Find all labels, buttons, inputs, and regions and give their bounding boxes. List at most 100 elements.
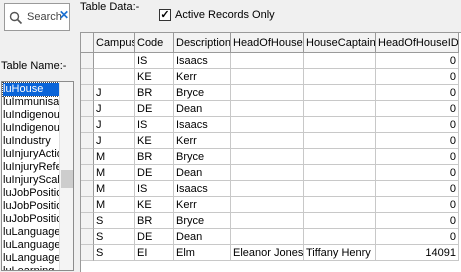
row-selector[interactable] [81, 197, 94, 213]
table-cell[interactable]: BR [135, 149, 174, 165]
table-cell[interactable] [231, 53, 304, 69]
row-selector[interactable] [81, 53, 94, 69]
column-header[interactable]: Description [174, 33, 231, 53]
table-cell[interactable] [304, 85, 376, 101]
search-input[interactable]: Search [27, 11, 62, 23]
table-cell[interactable] [231, 165, 304, 181]
row-selector[interactable] [81, 85, 94, 101]
data-grid[interactable]: Campus Code Description HeadOfHouse HouseCap… [80, 32, 461, 272]
table-cell[interactable]: Bryce [174, 149, 231, 165]
column-header[interactable]: Campus [94, 33, 135, 53]
table-cell[interactable] [231, 69, 304, 85]
table-cell[interactable]: Bryce [174, 85, 231, 101]
table-cell[interactable]: Tiffany Henry [304, 245, 376, 261]
table-cell[interactable]: M [94, 181, 135, 197]
row-selector[interactable] [81, 117, 94, 133]
scrollbar-thumb[interactable] [61, 170, 73, 188]
row-selector[interactable] [81, 213, 94, 229]
table-cell[interactable] [304, 165, 376, 181]
table-cell[interactable]: S [94, 229, 135, 245]
table-cell[interactable] [304, 69, 376, 85]
table-cell[interactable]: 0 [376, 197, 459, 213]
table-cell[interactable] [94, 53, 135, 69]
table-cell[interactable]: J [94, 133, 135, 149]
table-list-item[interactable]: luInjuryAction [3, 148, 59, 161]
table-cell[interactable] [231, 229, 304, 245]
table-cell[interactable]: 0 [376, 117, 459, 133]
table-list-item[interactable]: luIndigenous [3, 122, 59, 135]
table-cell[interactable]: 0 [376, 229, 459, 245]
table-cell[interactable]: 0 [376, 213, 459, 229]
table-cell[interactable] [231, 149, 304, 165]
table-cell[interactable]: 0 [376, 181, 459, 197]
table-cell[interactable]: 0 [376, 53, 459, 69]
table-cell[interactable]: M [94, 197, 135, 213]
table-cell[interactable]: 0 [376, 85, 459, 101]
table-cell[interactable]: BR [135, 85, 174, 101]
table-cell[interactable]: 0 [376, 69, 459, 85]
table-cell[interactable]: KE [135, 197, 174, 213]
active-records-checkbox[interactable]: ✓ [159, 9, 171, 21]
table-list-item[interactable]: luJobPosition [3, 200, 59, 213]
table-cell[interactable]: 0 [376, 165, 459, 181]
clear-search-icon[interactable]: ✕ [59, 8, 69, 22]
table-cell[interactable]: Isaacs [174, 53, 231, 69]
table-cell[interactable] [304, 197, 376, 213]
row-selector[interactable] [81, 149, 94, 165]
table-list-item[interactable]: luLanguage [3, 239, 59, 252]
table-cell[interactable] [94, 69, 135, 85]
table-cell[interactable]: Eleanor Jones [231, 245, 304, 261]
table-cell[interactable] [231, 101, 304, 117]
table-cell[interactable] [231, 181, 304, 197]
table-cell[interactable] [304, 229, 376, 245]
table-cell[interactable]: Dean [174, 101, 231, 117]
column-header[interactable]: HeadOfHouseID [376, 33, 459, 53]
table-cell[interactable]: Dean [174, 229, 231, 245]
table-cell[interactable]: EI [135, 245, 174, 261]
table-list-item[interactable]: luInjuryReferral [3, 161, 59, 174]
row-selector[interactable] [81, 165, 94, 181]
table-list-item[interactable]: luLanguage [3, 226, 59, 239]
table-cell[interactable]: S [94, 245, 135, 261]
table-cell[interactable] [231, 133, 304, 149]
table-cell[interactable]: M [94, 165, 135, 181]
table-cell[interactable]: KE [135, 133, 174, 149]
table-cell[interactable] [304, 149, 376, 165]
table-cell[interactable]: Dean [174, 165, 231, 181]
table-cell[interactable] [231, 213, 304, 229]
table-cell[interactable]: J [94, 101, 135, 117]
table-cell[interactable]: IS [135, 181, 174, 197]
row-selector[interactable] [81, 101, 94, 117]
table-cell[interactable]: IS [135, 117, 174, 133]
table-list-item[interactable]: luLearning [3, 265, 59, 270]
table-cell[interactable]: Isaacs [174, 181, 231, 197]
table-cell[interactable]: BR [135, 213, 174, 229]
table-cell[interactable] [304, 53, 376, 69]
table-cell[interactable]: 14091 [376, 245, 459, 261]
table-list-item[interactable]: luImmunisation [3, 96, 59, 109]
table-list-item[interactable]: luIndustry [3, 135, 59, 148]
table-list-item[interactable]: luJobPosition [3, 213, 59, 226]
table-list-item[interactable]: luInjuryScale [3, 174, 59, 187]
row-selector[interactable] [81, 229, 94, 245]
column-header[interactable]: HouseCaptain [304, 33, 376, 53]
table-cell[interactable] [231, 117, 304, 133]
table-cell[interactable]: DE [135, 229, 174, 245]
table-cell[interactable]: KE [135, 69, 174, 85]
row-selector[interactable] [81, 133, 94, 149]
table-cell[interactable]: Bryce [174, 213, 231, 229]
table-cell[interactable]: 0 [376, 133, 459, 149]
table-cell[interactable] [231, 197, 304, 213]
table-cell[interactable]: 0 [376, 149, 459, 165]
table-list[interactable]: luHouseluImmunisationluIndigenousluIndig… [1, 81, 74, 271]
table-cell[interactable]: Elm [174, 245, 231, 261]
table-list-scrollbar[interactable] [59, 82, 73, 270]
table-cell[interactable]: IS [135, 53, 174, 69]
table-cell[interactable]: S [94, 213, 135, 229]
table-cell[interactable] [231, 85, 304, 101]
table-cell[interactable]: Kerr [174, 133, 231, 149]
column-header[interactable]: HeadOfHouse [231, 33, 304, 53]
search-box[interactable]: Search ✕ [4, 3, 70, 31]
table-list-item[interactable]: luJobPosition [3, 187, 59, 200]
table-cell[interactable] [304, 133, 376, 149]
